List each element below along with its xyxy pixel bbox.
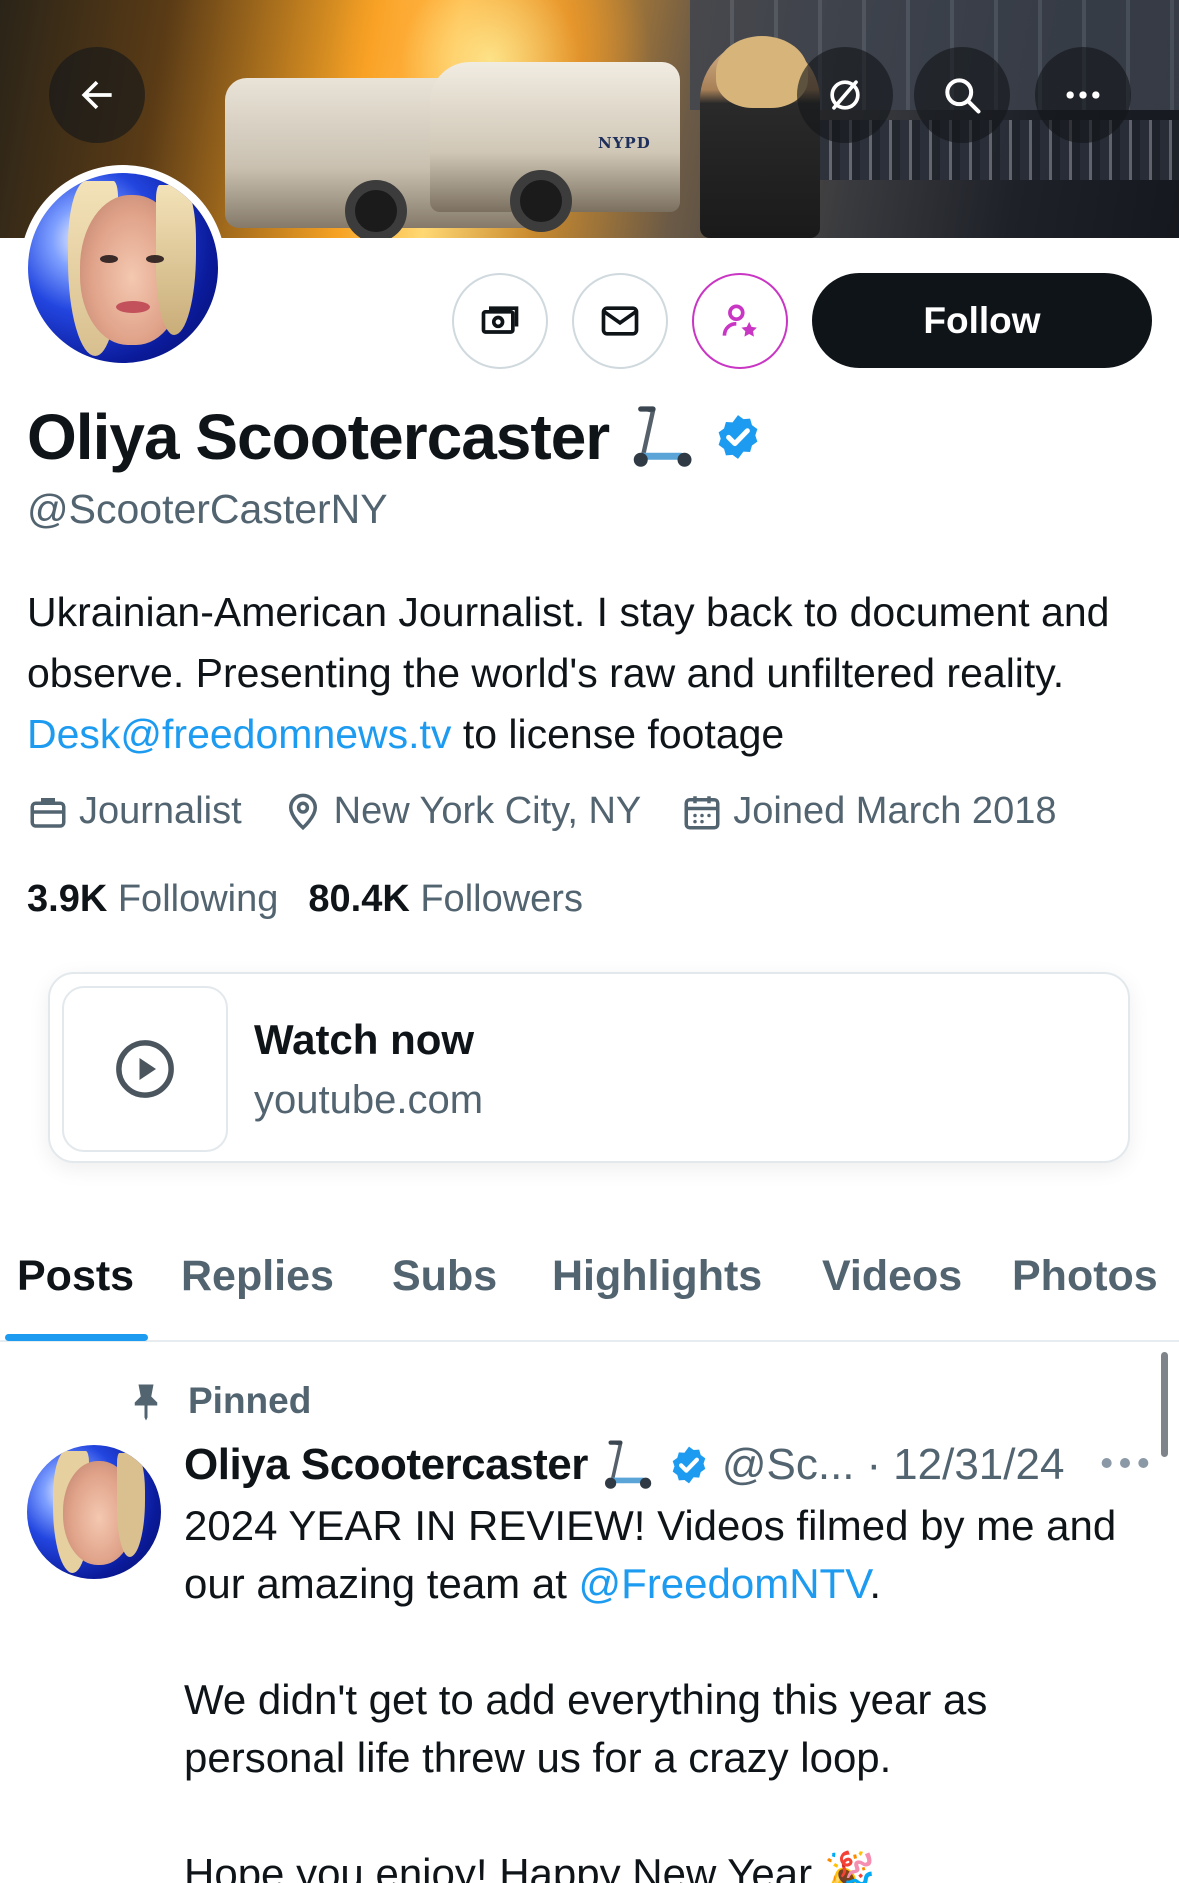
following-label: Following [117, 878, 279, 920]
link-card[interactable]: Watch now youtube.com [48, 972, 1130, 1163]
link-card-thumbnail [62, 986, 228, 1152]
followers-label: Followers [420, 878, 583, 920]
profile-name-row: Oliya Scootercaster [27, 400, 763, 474]
location-pin-icon [288, 793, 317, 830]
joined-item: Joined March 2018 [681, 790, 1056, 833]
banner-wheel [345, 180, 407, 238]
post-author-handle: @Sc... [721, 1440, 855, 1489]
post-author-name[interactable]: Oliya Scootercaster [184, 1440, 588, 1490]
scrollbar-thumb[interactable] [1161, 1352, 1168, 1457]
post-more-icon[interactable] [1100, 1448, 1150, 1478]
search-button[interactable] [914, 47, 1010, 143]
mail-icon [601, 306, 639, 336]
tab-replies[interactable]: Replies [181, 1252, 334, 1301]
profile-avatar[interactable] [20, 165, 226, 371]
pinned-label: Pinned [188, 1380, 312, 1421]
location-item: New York City, NY [282, 790, 642, 833]
money-icon [481, 306, 519, 334]
post-text-segment: . [869, 1560, 882, 1607]
post-mention-link[interactable]: @FreedomNTV [579, 1560, 870, 1607]
tab-posts[interactable]: Posts [17, 1252, 134, 1301]
banner-wheel [510, 170, 572, 232]
tip-button[interactable] [452, 273, 548, 369]
profile-tabs: Posts Replies Subs Highlights Videos Pho… [0, 1252, 1179, 1342]
tab-videos[interactable]: Videos [822, 1252, 962, 1301]
person-star-icon [722, 304, 757, 337]
avatar-eye [100, 255, 118, 263]
link-card-title: Watch now [254, 1016, 475, 1063]
tab-subs[interactable]: Subs [392, 1252, 497, 1301]
post-paragraph: 2024 YEAR IN REVIEW! Videos filmed by me… [184, 1497, 1144, 1613]
follow-button[interactable]: Follow [812, 273, 1152, 368]
bio-text: Ukrainian-American Journalist. I stay ba… [27, 589, 1110, 696]
post-header: Oliya Scootercaster @Sc... · 12/31/24 [184, 1437, 1064, 1493]
link-card-url: youtube.com [254, 1078, 484, 1122]
post-paragraph: Hope you enjoy! Happy New Year 🎉 [184, 1850, 877, 1883]
following-count: 3.9K [27, 878, 108, 920]
more-horizontal-icon [1066, 91, 1100, 99]
joined-text: Joined March 2018 [733, 790, 1057, 832]
tab-photos[interactable]: Photos [1012, 1252, 1158, 1301]
post-date[interactable]: 12/31/24 [893, 1440, 1064, 1490]
avatar-lips [116, 301, 150, 313]
verified-badge-icon[interactable] [713, 412, 763, 462]
post-separator: · [866, 1440, 882, 1489]
location-text: New York City, NY [333, 790, 642, 832]
follow-counts: 3.9K Following 80.4K Followers [27, 878, 613, 921]
profile-handle: @ScooterCasterNY [27, 486, 388, 532]
kick-scooter-icon [604, 1440, 652, 1489]
verified-badge-icon [672, 1446, 706, 1484]
avatar-hair [117, 1453, 145, 1557]
bio-text: to license footage [451, 711, 785, 757]
play-circle-icon [116, 1040, 174, 1098]
post-text: 2024 YEAR IN REVIEW! Videos filmed by me… [184, 1497, 1144, 1883]
pinned-label-row: Pinned [128, 1380, 311, 1422]
following-link[interactable]: 3.9K Following [27, 878, 278, 921]
banner-van-tag: NYPD [598, 134, 651, 152]
slashed-circle-icon [830, 80, 860, 110]
post-avatar[interactable] [27, 1445, 161, 1579]
search-icon [945, 78, 981, 114]
message-button[interactable] [572, 273, 668, 369]
followers-count: 80.4K [308, 878, 410, 920]
banner-person-hair [716, 36, 808, 108]
profession-item: Journalist [27, 790, 242, 833]
more-button[interactable] [1035, 47, 1131, 143]
bio-email-link[interactable]: Desk@freedomnews.tv [27, 711, 451, 757]
avatar-eye [146, 255, 164, 263]
profile-name: Oliya Scootercaster [27, 401, 610, 473]
briefcase-icon [30, 797, 66, 828]
grok-button[interactable] [797, 47, 893, 143]
subscribe-button[interactable] [692, 273, 788, 369]
kick-scooter-icon [633, 406, 692, 467]
profession-text: Journalist [79, 790, 242, 832]
avatar-photo [28, 173, 218, 363]
back-button[interactable] [49, 47, 145, 143]
post-paragraph: We didn't get to add everything this yea… [184, 1676, 988, 1781]
active-tab-indicator [5, 1334, 148, 1341]
calendar-icon [684, 795, 720, 829]
tab-highlights[interactable]: Highlights [552, 1252, 762, 1301]
followers-link[interactable]: 80.4K Followers [308, 878, 583, 921]
profile-bio: Ukrainian-American Journalist. I stay ba… [27, 582, 1157, 765]
arrow-left-icon [81, 80, 112, 110]
pin-icon [134, 1384, 158, 1421]
profile-meta: Journalist New York City, NY Joined Marc… [27, 790, 1096, 833]
